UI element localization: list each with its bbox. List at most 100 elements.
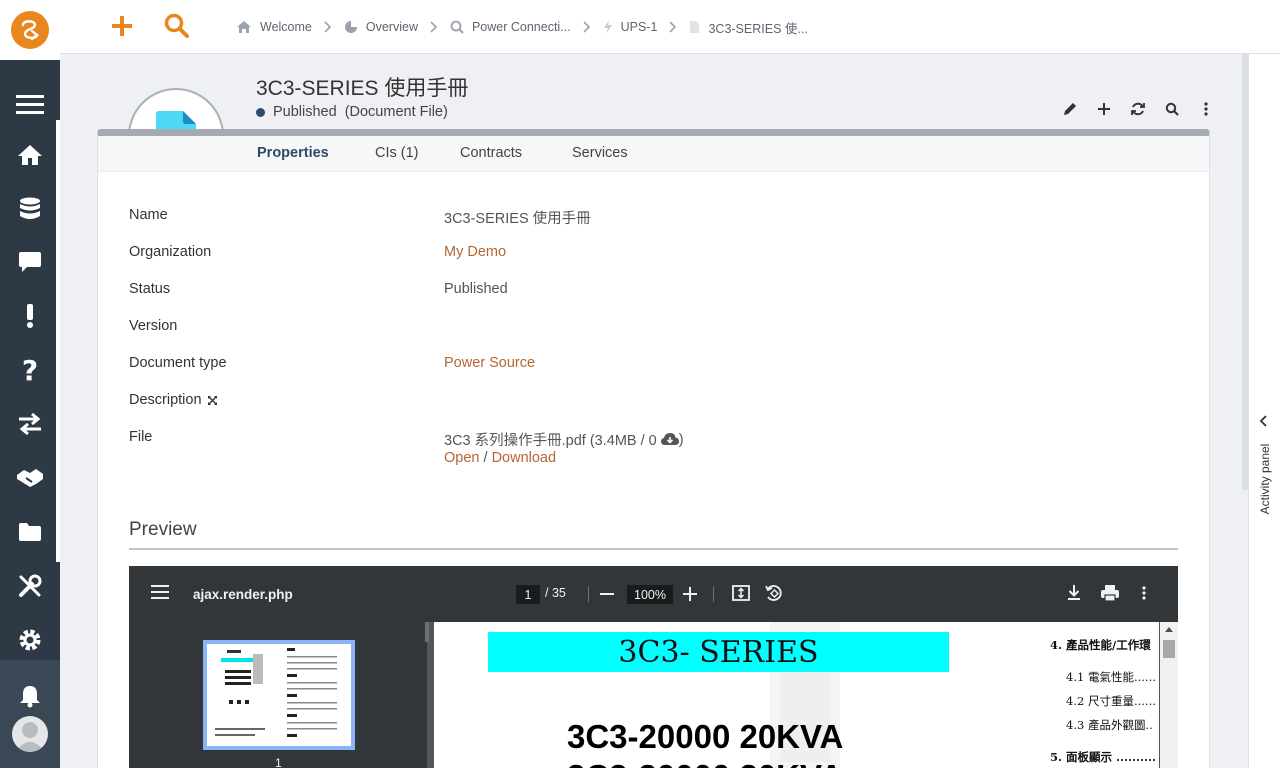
nav-settings[interactable] xyxy=(0,618,60,662)
add-button[interactable] xyxy=(1094,99,1114,119)
chevron-right-icon xyxy=(669,21,677,33)
organization-link[interactable]: My Demo xyxy=(444,244,506,260)
thumbnail-image xyxy=(215,648,337,737)
chat-icon xyxy=(19,252,41,272)
rotate-icon xyxy=(765,585,782,601)
thumbnail-page-number: 1 xyxy=(275,756,282,768)
pdf-toc-item: 4.3 產品外觀圖.. xyxy=(1066,718,1153,732)
expand-icon[interactable] xyxy=(207,395,218,406)
download-file-link[interactable]: Download xyxy=(492,450,557,466)
quick-add-button[interactable] xyxy=(110,12,134,45)
nav-notifications[interactable] xyxy=(0,674,60,718)
nav-messages[interactable] xyxy=(0,240,60,284)
pdf-page-input[interactable]: 1 xyxy=(516,585,540,604)
file-info: 3C3 系列操作手冊.pdf (3.4MB / 0 ) xyxy=(444,429,684,450)
app-logo[interactable] xyxy=(11,11,49,49)
scroll-up-arrow-icon[interactable] xyxy=(1165,627,1173,632)
nav-home[interactable] xyxy=(0,133,60,177)
zoom-out-button[interactable] xyxy=(600,582,614,611)
file-label: File xyxy=(129,429,153,445)
pdf-toc-heading: 4. 產品性能/工作環 xyxy=(1050,638,1151,652)
pdf-download-button[interactable] xyxy=(1065,583,1083,608)
chevron-right-icon xyxy=(430,21,438,33)
bolt-icon xyxy=(603,20,613,34)
tab-contracts[interactable]: Contracts xyxy=(460,145,522,161)
search-icon xyxy=(450,20,464,34)
fit-page-button[interactable] xyxy=(732,583,750,608)
file-actions: Open / Download xyxy=(444,450,556,466)
pdf-banner-title: 3C3- SERIES xyxy=(488,632,949,672)
search-icon xyxy=(1165,102,1179,116)
nav-documents[interactable] xyxy=(0,510,60,554)
breadcrumb: Welcome Overview Power Connecti... UPS-1… xyxy=(236,0,808,54)
activity-panel-toggle[interactable]: Activity panel xyxy=(1248,54,1280,768)
pdf-toc-item: 4.1 電氣性能...... xyxy=(1066,670,1156,684)
search-icon xyxy=(164,13,189,38)
chevron-right-icon xyxy=(583,21,591,33)
exchange-icon xyxy=(19,413,41,435)
pie-chart-icon xyxy=(344,20,358,34)
file-info-close: ) xyxy=(678,431,684,448)
breadcrumb-item-overview[interactable]: Overview xyxy=(344,20,418,34)
refresh-button[interactable] xyxy=(1128,99,1148,119)
document-type-link[interactable]: Power Source xyxy=(444,355,535,371)
more-vertical-icon xyxy=(1142,586,1146,600)
breadcrumb-item-ups[interactable]: UPS-1 xyxy=(603,20,657,34)
hamburger-icon xyxy=(151,585,169,599)
tab-cis[interactable]: CIs (1) xyxy=(375,145,419,161)
pdf-model-line-2: 3C3-30000 30KVA xyxy=(567,758,843,768)
breadcrumb-item-current-document[interactable]: 3C3-SERIES 使... xyxy=(689,18,808,37)
name-value: 3C3-SERIES 使用手冊 xyxy=(444,211,591,227)
nav-help[interactable]: ? xyxy=(0,348,60,392)
rotate-button[interactable] xyxy=(764,583,784,608)
nav-tools[interactable] xyxy=(0,564,60,608)
nav-database[interactable] xyxy=(0,187,60,231)
thumbnail-scrollbar[interactable] xyxy=(425,622,429,642)
status-dot xyxy=(256,107,265,117)
name-label: Name xyxy=(129,207,168,223)
breadcrumb-item-welcome[interactable]: Welcome xyxy=(236,20,312,34)
pdf-print-button[interactable] xyxy=(1100,583,1120,608)
tab-properties[interactable]: Properties xyxy=(257,145,329,161)
toolbar-divider xyxy=(713,586,714,602)
folder-icon xyxy=(19,523,41,541)
page-title: 3C3-SERIES 使用手冊 xyxy=(256,77,469,100)
open-file-link[interactable]: Open xyxy=(444,450,479,466)
more-options-button[interactable] xyxy=(1196,99,1216,119)
top-bar: Welcome Overview Power Connecti... UPS-1… xyxy=(60,0,1280,54)
download-icon xyxy=(1068,585,1080,600)
hamburger-icon xyxy=(16,95,44,114)
status-label: Status xyxy=(129,281,171,297)
nav-alerts[interactable] xyxy=(0,294,60,338)
scrollbar-thumb[interactable] xyxy=(1163,640,1175,658)
tab-bar: Properties CIs (1) Contracts Services xyxy=(98,136,1209,172)
pdf-more-button[interactable] xyxy=(1142,583,1146,608)
toolbar-divider xyxy=(588,586,589,602)
search-button[interactable] xyxy=(1162,99,1182,119)
global-search-button[interactable] xyxy=(164,12,190,45)
organization-label: Organization xyxy=(129,244,212,260)
pdf-thumbnail-page-1[interactable] xyxy=(203,640,355,750)
nav-menu-toggle[interactable] xyxy=(0,82,60,126)
zoom-in-button[interactable] xyxy=(683,582,697,611)
home-icon xyxy=(236,20,252,34)
nav-contracts[interactable] xyxy=(0,456,60,500)
user-avatar[interactable] xyxy=(12,716,48,752)
version-label: Version xyxy=(129,318,178,334)
breadcrumb-item-power-connection[interactable]: Power Connecti... xyxy=(450,20,571,34)
pdf-page-scrollbar[interactable] xyxy=(1160,622,1178,768)
tab-services[interactable]: Services xyxy=(572,145,628,161)
object-status: Published (Document File) xyxy=(256,104,448,120)
pdf-page-total: / 35 xyxy=(545,586,566,600)
pdf-page: 3C3- SERIES 3C3-20000 20KVA 3C3-30000 30… xyxy=(434,622,1159,768)
nav-transfers[interactable] xyxy=(0,402,60,446)
user-icon xyxy=(15,722,45,752)
pdf-model-line-1: 3C3-20000 20KVA xyxy=(567,718,844,755)
fit-page-icon xyxy=(732,585,750,601)
database-icon xyxy=(20,197,40,219)
zoom-level-input[interactable]: 100% xyxy=(627,585,673,604)
edit-button[interactable] xyxy=(1060,99,1080,119)
pdf-viewer: ajax.render.php 1 / 35 100% 1 3C3- SERIE… xyxy=(129,566,1178,768)
pdf-menu-button[interactable] xyxy=(151,585,169,604)
chevron-left-icon xyxy=(1259,414,1269,432)
